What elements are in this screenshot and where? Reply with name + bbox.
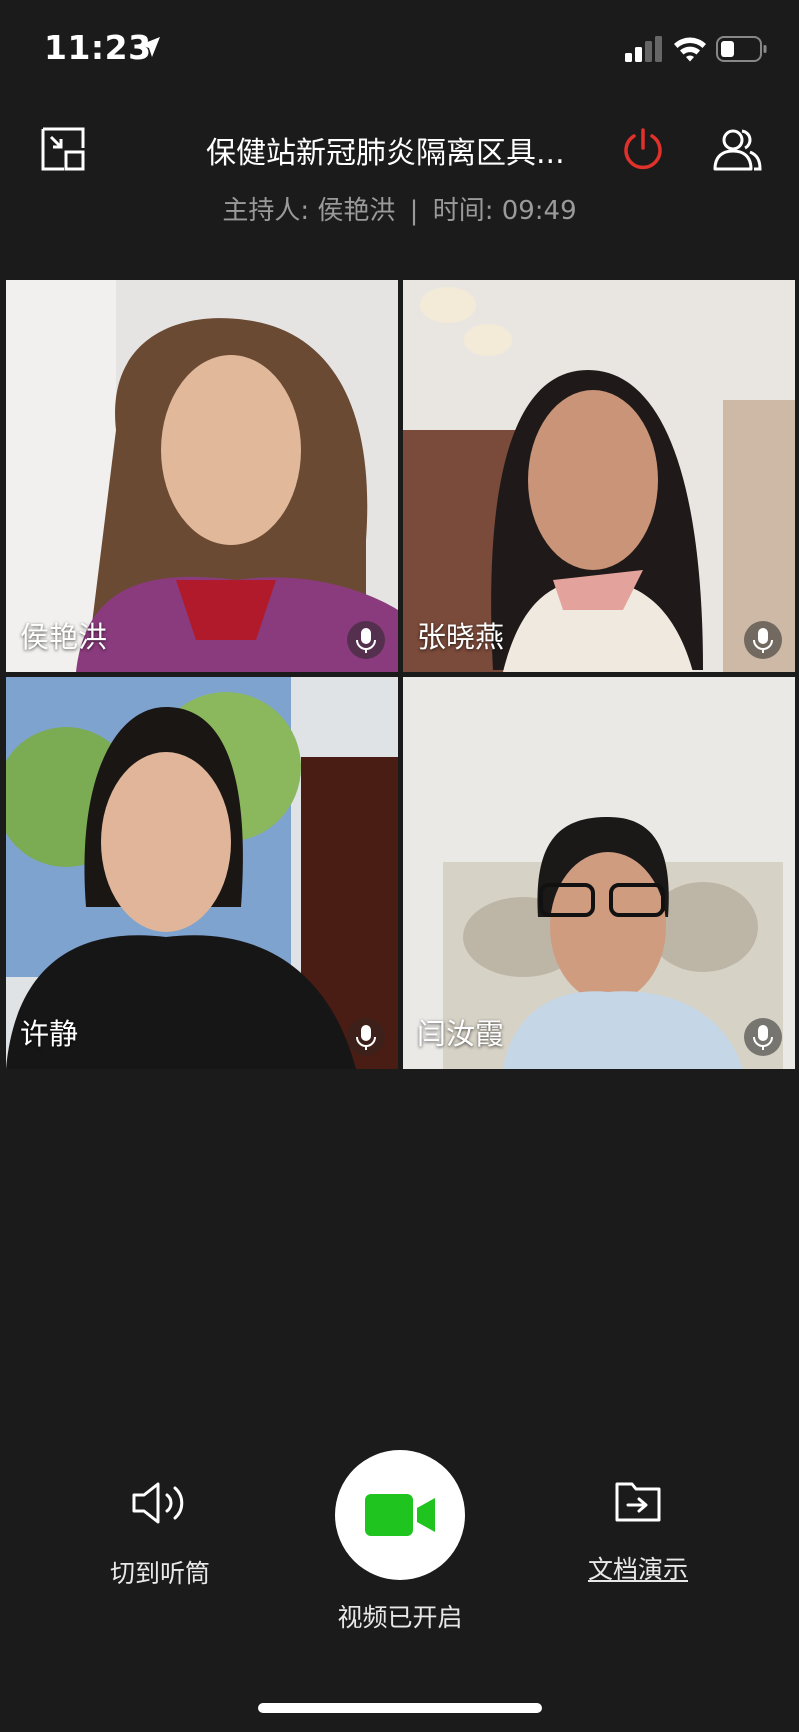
status-bar: 11:23 [0,0,799,96]
mic-icon [347,621,385,659]
switch-to-earpiece-label: 切到听筒 [109,1559,210,1588]
members-icon[interactable] [712,126,762,172]
location-arrow-icon [140,37,160,57]
document-share-label[interactable]: 文档演示 [560,1550,716,1586]
mic-icon [744,621,782,659]
wifi-icon [674,37,706,62]
video-grid: 侯艳洪 张晓燕 许静 闫汝霞 [6,280,795,1070]
battery-icon [716,36,767,62]
meeting-subtitle: 主持人: 侯艳洪 | 时间: 09:49 [0,190,799,227]
video-toggle-label: 视频已开启 [337,1603,463,1632]
time-label: 时间: 09:49 [432,196,577,226]
switch-to-earpiece-button[interactable]: 切到听筒 [90,1480,230,1590]
mic-icon [347,1018,385,1056]
home-indicator[interactable] [258,1703,542,1713]
subtitle-separator: | [409,196,419,226]
participant-name: 侯艳洪 [20,620,108,654]
signal-icon [625,36,662,62]
participant-tile[interactable]: 闫汝霞 [403,677,795,1069]
participant-name: 张晓燕 [417,620,505,654]
video-camera-icon [365,1494,435,1536]
participant-tile[interactable]: 张晓燕 [403,280,795,672]
speaker-icon [132,1482,184,1524]
host-label: 主持人: 侯艳洪 [222,196,396,226]
participant-name: 闫汝霞 [417,1017,505,1051]
status-time: 11:23 [44,28,152,67]
video-toggle-button[interactable]: 视频已开启 [300,1450,500,1634]
video-toggle-circle[interactable] [335,1450,465,1580]
document-share-button[interactable]: 文档演示 [560,1480,716,1586]
folder-share-icon [615,1482,661,1522]
meeting-title: 保健站新冠肺炎隔离区具... [206,136,565,171]
participant-tile[interactable]: 许静 [6,677,398,1069]
power-icon[interactable] [620,126,666,172]
participant-name: 许静 [20,1017,79,1051]
participant-tile[interactable]: 侯艳洪 [6,280,398,672]
minimize-icon[interactable] [40,126,86,172]
mic-icon [744,1018,782,1056]
